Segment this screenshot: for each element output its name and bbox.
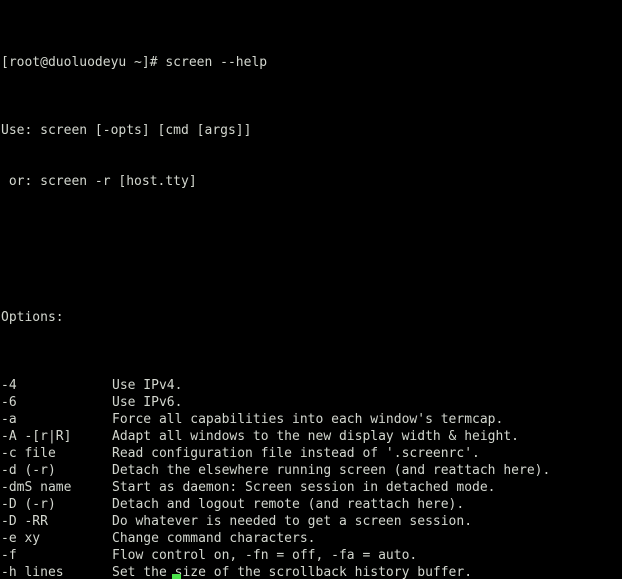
option-flag: -6 — [1, 395, 17, 410]
option-description: Force all capabilities into each window'… — [112, 412, 504, 427]
options-header: Options: — [1, 310, 64, 325]
option-description: Do whatever is needed to get a screen se… — [112, 514, 473, 529]
terminal-screen[interactable]: [root@duoluodeyu ~]# screen --help Use: … — [0, 0, 622, 579]
option-flag: -h lines — [1, 565, 64, 579]
option-description: Change command characters. — [112, 531, 316, 546]
option-description: Detach and logout remote (and reattach h… — [112, 497, 465, 512]
option-row: -4 Use IPv4. — [1, 377, 622, 394]
option-row: -6 Use IPv6. — [1, 394, 622, 411]
option-description: Detach the elsewhere running screen (and… — [112, 463, 551, 478]
option-row: -D -RR Do whatever is needed to get a scr… — [1, 513, 622, 530]
usage-line-1: Use: screen [-opts] [cmd [args]] — [1, 123, 252, 138]
option-description: Set the size of the scrollback history b… — [112, 565, 473, 579]
shell-prompt-line: [root@duoluodeyu ~]# screen --help — [1, 55, 268, 70]
option-flag: -e xy — [1, 531, 41, 546]
option-flag: -c file — [1, 446, 56, 461]
option-description: Adapt all windows to the new display wid… — [112, 429, 519, 444]
option-flag: -dmS name — [1, 480, 72, 495]
usage-line-2: or: screen -r [host.tty] — [1, 174, 197, 189]
option-description: Use IPv6. — [112, 395, 183, 410]
option-row: -a Force all capabilities into each windo… — [1, 411, 622, 428]
option-row: -f Flow control on, -fn = off, -fa = auto… — [1, 547, 622, 564]
option-flag: -d (-r) — [1, 463, 56, 478]
option-description: Read configuration file instead of '.scr… — [112, 446, 480, 461]
option-description: Flow control on, -fn = off, -fa = auto. — [112, 548, 418, 563]
option-row: -A -[r|R] Adapt all windows to the new di… — [1, 428, 622, 445]
option-flag: -A -[r|R] — [1, 429, 72, 444]
option-row: -D (-r) Detach and logout remote (and rea… — [1, 496, 622, 513]
option-row: -h lines Set the size of the scrollback h… — [1, 564, 622, 579]
option-row: -e xy Change command characters. — [1, 530, 622, 547]
options-list: -4 Use IPv4. -6 Use IPv6. -a Force all capabi… — [1, 377, 622, 579]
option-row: -c file Read configuration file instead o… — [1, 445, 622, 462]
option-flag: -f — [1, 548, 17, 563]
option-flag: -4 — [1, 378, 17, 393]
option-description: Start as daemon: Screen session in detac… — [112, 480, 496, 495]
option-flag: -D -RR — [1, 514, 48, 529]
text-cursor — [172, 574, 181, 579]
option-flag: -D (-r) — [1, 497, 56, 512]
option-row: -d (-r) Detach the elsewhere running scre… — [1, 462, 622, 479]
option-description: Use IPv4. — [112, 378, 183, 393]
option-flag: -a — [1, 412, 17, 427]
option-row: -dmS name Start as daemon: Screen session… — [1, 479, 622, 496]
